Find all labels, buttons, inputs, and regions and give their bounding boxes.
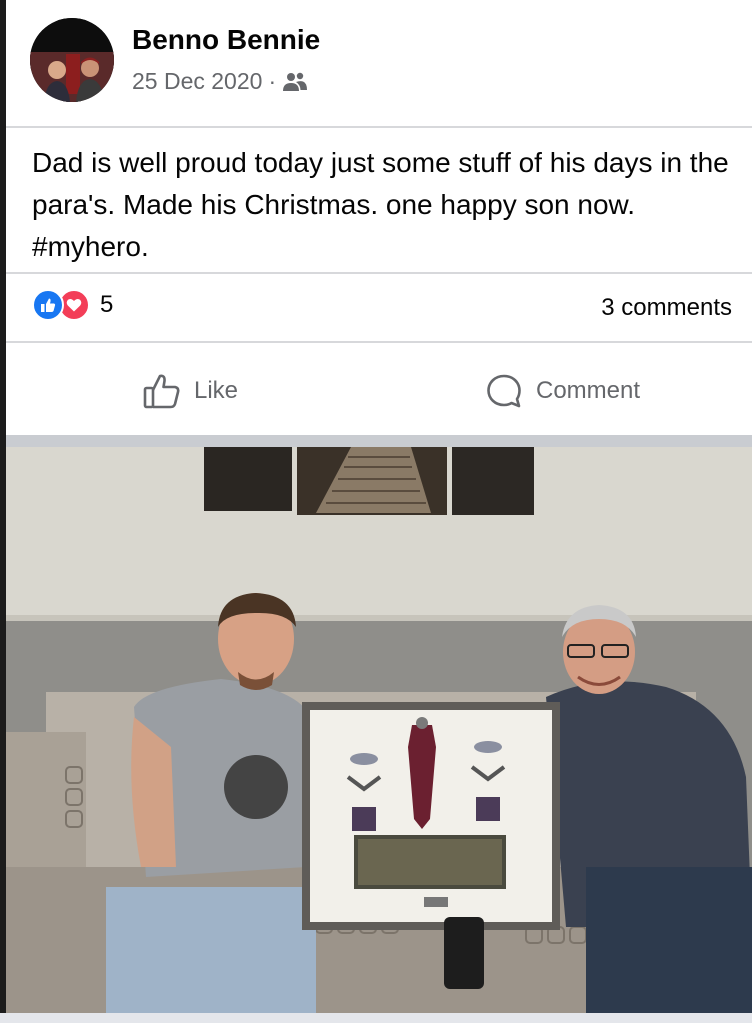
post-photo[interactable] xyxy=(6,447,752,1013)
like-button[interactable]: Like xyxy=(142,371,238,411)
post-meta: 25 Dec 2020 · xyxy=(132,68,308,95)
comment-button[interactable]: Comment xyxy=(484,371,640,411)
like-label: Like xyxy=(194,377,239,404)
avatar-photo xyxy=(30,18,114,102)
post-date[interactable]: 25 Dec 2020 xyxy=(132,68,262,95)
author-name[interactable]: Benno Bennie xyxy=(132,24,320,56)
thumbs-up-icon xyxy=(143,374,180,409)
facebook-post: Benno Bennie 25 Dec 2020 · Dad is well p… xyxy=(0,0,752,1023)
post-text: Dad is well proud today just some stuff … xyxy=(32,147,729,262)
photo-separator xyxy=(6,435,752,447)
avatar[interactable] xyxy=(30,18,114,102)
photo-illustration xyxy=(6,447,752,1013)
comment-label: Comment xyxy=(536,377,641,404)
post-header: Benno Bennie 25 Dec 2020 · xyxy=(0,0,752,126)
post-actions: Like Comment xyxy=(0,343,752,435)
header-divider xyxy=(6,126,752,128)
meta-separator: · xyxy=(268,68,277,94)
reaction-count: 5 xyxy=(100,291,114,318)
comment-bubble-icon xyxy=(487,374,521,408)
bottom-bar xyxy=(0,1013,752,1023)
like-reaction-icon xyxy=(32,289,64,321)
comments-count-link[interactable]: 3 comments xyxy=(601,294,732,322)
text-divider xyxy=(6,272,752,274)
friends-icon xyxy=(282,71,308,93)
reactions-summary[interactable]: 5 xyxy=(32,289,113,321)
